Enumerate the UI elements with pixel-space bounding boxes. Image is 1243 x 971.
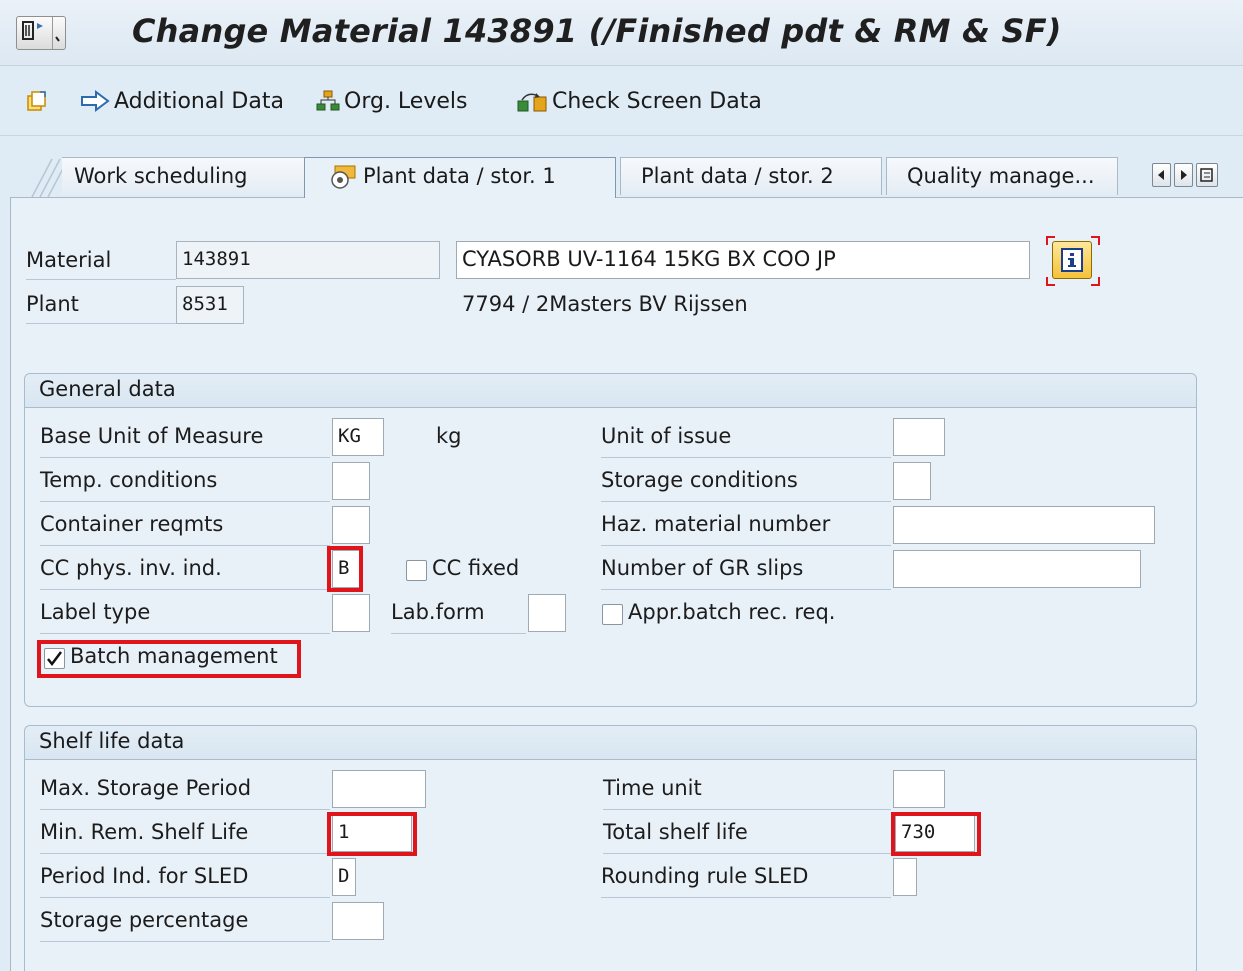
tab-list-button[interactable] bbox=[1196, 163, 1218, 187]
tab-scroll-left-button[interactable] bbox=[1152, 163, 1171, 187]
tab-strip: Work scheduling Plant data / stor. 1 Pla… bbox=[0, 136, 1243, 198]
gr-slips-field[interactable] bbox=[893, 550, 1141, 588]
tab-plant-data-stor-1[interactable]: Plant data / stor. 1 bbox=[304, 157, 616, 198]
application-toolbar: Additional Data Org. Levels Check Screen… bbox=[0, 66, 1243, 136]
min-rem-shelf-life-label: Min. Rem. Shelf Life bbox=[40, 820, 330, 854]
unit-of-issue-field[interactable] bbox=[893, 418, 945, 456]
tab-scroll-right-button[interactable] bbox=[1174, 163, 1193, 187]
tab-work-scheduling[interactable]: Work scheduling bbox=[62, 157, 310, 195]
tab-quality-management-label: Quality manage... bbox=[907, 164, 1095, 188]
org-levels-label: Org. Levels bbox=[344, 88, 468, 114]
check-screen-data-label: Check Screen Data bbox=[552, 88, 762, 114]
info-icon bbox=[1052, 241, 1092, 279]
temp-conditions-label: Temp. conditions bbox=[40, 468, 330, 502]
material-number-field[interactable]: 143891 bbox=[176, 241, 440, 279]
cc-fixed-label: CC fixed bbox=[432, 556, 520, 580]
additional-data-button[interactable]: Additional Data bbox=[80, 86, 284, 116]
temp-conditions-field[interactable] bbox=[332, 462, 370, 500]
haz-material-label: Haz. material number bbox=[601, 512, 891, 546]
shelf-life-title: Shelf life data bbox=[25, 726, 1196, 760]
min-rem-shelf-life-highlight bbox=[327, 812, 417, 856]
time-unit-label: Time unit bbox=[603, 776, 891, 810]
page-title: Change Material 143891 (/Finished pdt & … bbox=[132, 12, 1062, 50]
plant-description: 7794 / 2Masters BV Rijssen bbox=[462, 292, 748, 316]
appr-batch-label: Appr.batch rec. req. bbox=[628, 600, 836, 624]
rounding-rule-sled-label: Rounding rule SLED bbox=[601, 864, 891, 898]
material-label: Material bbox=[26, 248, 176, 280]
additional-data-label: Additional Data bbox=[114, 88, 284, 114]
appr-batch-checkbox[interactable] bbox=[602, 604, 623, 625]
lab-form-field[interactable] bbox=[528, 594, 566, 632]
new-entries-button[interactable] bbox=[26, 86, 54, 116]
period-ind-sled-field[interactable]: D bbox=[332, 858, 356, 896]
cc-fixed-checkbox[interactable] bbox=[406, 560, 427, 581]
org-levels-icon bbox=[316, 90, 340, 111]
cc-phys-inv-label: CC phys. inv. ind. bbox=[40, 556, 330, 590]
storage-conditions-field[interactable] bbox=[893, 462, 931, 500]
check-screen-data-icon bbox=[517, 93, 547, 112]
tab-plant-data-stor-2-label: Plant data / stor. 2 bbox=[641, 164, 834, 188]
max-storage-label: Max. Storage Period bbox=[40, 776, 330, 810]
general-data-title: General data bbox=[25, 374, 1196, 408]
label-type-label: Label type bbox=[40, 600, 330, 634]
menu-icon bbox=[17, 17, 53, 49]
container-reqmts-label: Container reqmts bbox=[40, 512, 330, 546]
org-levels-button[interactable]: Org. Levels bbox=[316, 86, 467, 116]
title-bar: Change Material 143891 (/Finished pdt & … bbox=[0, 0, 1243, 66]
haz-material-field[interactable] bbox=[893, 506, 1155, 544]
label-type-field[interactable] bbox=[332, 594, 370, 632]
time-unit-field[interactable] bbox=[893, 770, 945, 808]
batch-management-highlight bbox=[37, 640, 301, 678]
active-tab-icon bbox=[331, 165, 356, 189]
tab-plant-data-stor-1-label: Plant data / stor. 1 bbox=[363, 164, 556, 188]
plant-label: Plant bbox=[26, 292, 176, 324]
period-ind-sled-label: Period Ind. for SLED bbox=[40, 864, 330, 898]
storage-percentage-field[interactable] bbox=[332, 902, 384, 940]
base-uom-field[interactable]: KG bbox=[332, 418, 384, 456]
plant-field[interactable]: 8531 bbox=[176, 286, 244, 324]
chevron-down-icon bbox=[53, 17, 66, 49]
cc-phys-inv-highlight bbox=[327, 546, 363, 592]
container-reqmts-field[interactable] bbox=[332, 506, 370, 544]
storage-percentage-label: Storage percentage bbox=[40, 908, 330, 942]
max-storage-field[interactable] bbox=[332, 770, 426, 808]
rounding-rule-sled-field[interactable] bbox=[893, 858, 917, 896]
lab-form-label: Lab.form bbox=[391, 600, 526, 634]
base-uom-text: kg bbox=[436, 424, 462, 448]
tab-plant-data-stor-2[interactable]: Plant data / stor. 2 bbox=[620, 157, 882, 195]
tab-work-scheduling-label: Work scheduling bbox=[74, 164, 248, 188]
scroll-left-icon bbox=[1158, 170, 1164, 180]
tab-list-icon bbox=[1200, 168, 1213, 182]
additional-info-button[interactable] bbox=[1046, 236, 1100, 286]
check-screen-data-button[interactable]: Check Screen Data bbox=[516, 86, 762, 116]
base-uom-label: Base Unit of Measure bbox=[40, 424, 330, 458]
system-menu-button[interactable] bbox=[16, 16, 66, 50]
material-description-field[interactable]: CYASORB UV-1164 15KG BX COO JP bbox=[456, 241, 1030, 279]
scroll-right-icon bbox=[1181, 170, 1187, 180]
new-entries-icon bbox=[27, 91, 46, 111]
storage-conditions-label: Storage conditions bbox=[601, 468, 891, 502]
unit-of-issue-label: Unit of issue bbox=[601, 424, 891, 458]
tab-quality-management[interactable]: Quality manage... bbox=[886, 157, 1118, 195]
total-shelf-life-label: Total shelf life bbox=[603, 820, 891, 854]
gr-slips-label: Number of GR slips bbox=[601, 556, 891, 590]
total-shelf-life-highlight bbox=[891, 812, 981, 856]
arrow-right-icon bbox=[81, 90, 110, 112]
